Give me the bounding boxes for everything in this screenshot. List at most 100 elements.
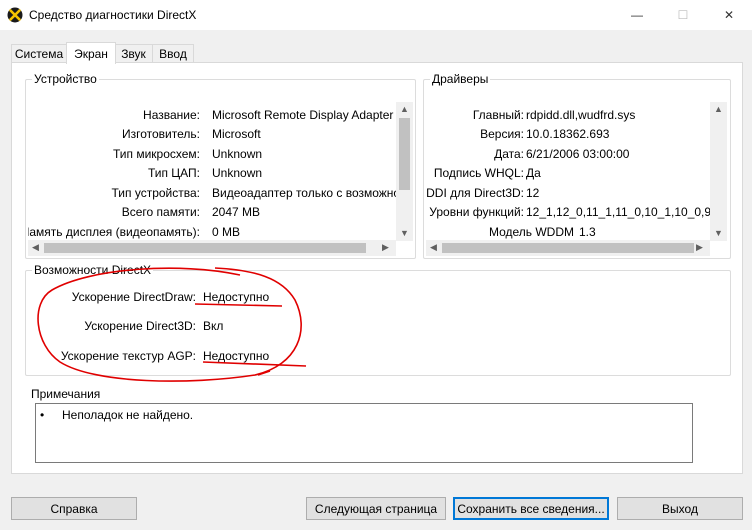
next-page-button[interactable]: Следующая страница bbox=[306, 497, 446, 520]
driver-value: 12_1,12_0,11_1,11_0,10_1,10_0,9_3 bbox=[526, 205, 710, 219]
driver-row: Дата: 6/21/2006 03:00:00 bbox=[426, 147, 710, 164]
directx-row: Ускорение Direct3D: Вкл bbox=[26, 319, 326, 336]
device-row: Тип микросхем: Unknown bbox=[28, 147, 396, 164]
notes-textbox[interactable]: • Неполадок не найдено. bbox=[35, 403, 693, 463]
device-value: Unknown bbox=[212, 147, 263, 161]
display-tab-panel: Устройство Название: Microsoft Remote Dis… bbox=[11, 62, 743, 474]
device-horizontal-scroll-thumb[interactable] bbox=[44, 243, 366, 253]
driver-row: Версия: 10.0.18362.693 bbox=[426, 127, 710, 144]
driver-label: Подпись WHQL: bbox=[433, 166, 524, 180]
save-all-info-button[interactable]: Сохранить все сведения... bbox=[453, 497, 609, 520]
maximize-icon: ☐ bbox=[677, 8, 689, 22]
close-icon: ✕ bbox=[723, 8, 735, 22]
driver-row: Уровни функций: 12_1,12_0,11_1,11_0,10_1,… bbox=[426, 205, 710, 222]
help-button[interactable]: Справка bbox=[11, 497, 137, 520]
scroll-down-arrow-icon[interactable]: ▼ bbox=[400, 229, 409, 238]
device-row: Изготовитель: Microsoft bbox=[28, 127, 396, 144]
directx-features-group: Возможности DirectX Ускорение DirectDraw… bbox=[25, 263, 731, 376]
driver-value: rdpidd.dll,wudfrd.sys bbox=[526, 108, 636, 122]
driver-label: Главный: bbox=[472, 108, 524, 122]
title-bar: Средство диагностики DirectX — ☐ ✕ bbox=[0, 0, 752, 30]
tab-system[interactable]: Система bbox=[11, 44, 67, 63]
driver-label: Модель WDDM bbox=[488, 225, 574, 239]
device-value: Microsoft Remote Display Adapter bbox=[212, 108, 394, 122]
directx-value: Недоступно bbox=[203, 349, 270, 363]
device-vertical-scroll-thumb[interactable] bbox=[399, 118, 410, 190]
exit-button-label: Выход bbox=[662, 501, 698, 516]
driver-value: 12 bbox=[526, 186, 540, 200]
device-value: 0 MB bbox=[212, 225, 241, 239]
device-vertical-scrollbar[interactable]: ▲ ▼ bbox=[396, 102, 413, 241]
driver-value: 1.3 bbox=[579, 225, 596, 239]
bullet-icon: • bbox=[40, 408, 45, 422]
device-row: Тип ЦАП: Unknown bbox=[28, 166, 396, 183]
scroll-up-arrow-icon[interactable]: ▲ bbox=[714, 105, 723, 114]
driver-row: Подпись WHQL: Да bbox=[426, 166, 710, 183]
drivers-info-list: Главный: rdpidd.dll,wudfrd.sys Версия: 10.… bbox=[426, 102, 710, 240]
help-button-label: Справка bbox=[50, 501, 98, 516]
device-row: Название: Microsoft Remote Display Adapte… bbox=[28, 108, 396, 125]
driver-row: Главный: rdpidd.dll,wudfrd.sys bbox=[426, 108, 710, 125]
driver-label: DDI для Direct3D: bbox=[426, 186, 524, 200]
device-label: Тип микросхем: bbox=[112, 147, 200, 161]
drivers-group-title: Драйверы bbox=[430, 72, 491, 86]
device-value: Видеоадаптер только с возможност bbox=[212, 186, 396, 200]
window-title: Средство диагностики DirectX bbox=[29, 8, 197, 22]
directx-value: Вкл bbox=[203, 319, 224, 333]
directx-value: Недоступно bbox=[203, 290, 270, 304]
scroll-left-arrow-icon[interactable]: ◀ bbox=[430, 243, 437, 252]
notes-title: Примечания bbox=[29, 387, 103, 401]
device-label: Тип устройства: bbox=[111, 186, 201, 200]
device-label: Всего памяти: bbox=[121, 205, 200, 219]
device-label: Название: bbox=[143, 108, 200, 122]
device-horizontal-scrollbar[interactable]: ◀ ▶ bbox=[28, 240, 396, 256]
device-value: Microsoft bbox=[212, 127, 261, 141]
exit-button[interactable]: Выход bbox=[617, 497, 743, 520]
minimize-button[interactable]: — bbox=[614, 0, 660, 30]
driver-value: Да bbox=[526, 166, 541, 180]
device-label: Память дисплея (видеопамять): bbox=[28, 225, 200, 239]
drivers-vertical-scrollbar[interactable]: ▲ ▼ bbox=[710, 102, 727, 241]
scroll-left-arrow-icon[interactable]: ◀ bbox=[32, 243, 39, 252]
device-info-list: Название: Microsoft Remote Display Adapte… bbox=[28, 102, 396, 240]
device-row: Всего памяти: 2047 MB bbox=[28, 205, 396, 222]
driver-row: Модель WDDM 1.3 bbox=[426, 225, 710, 240]
minimize-icon: — bbox=[631, 8, 643, 22]
tab-display[interactable]: Экран bbox=[66, 42, 116, 64]
maximize-button[interactable]: ☐ bbox=[660, 0, 706, 30]
device-group-title: Устройство bbox=[32, 72, 99, 86]
directx-label: Ускорение DirectDraw: bbox=[71, 290, 196, 304]
scroll-right-arrow-icon[interactable]: ▶ bbox=[382, 243, 389, 252]
driver-value: 6/21/2006 03:00:00 bbox=[526, 147, 630, 161]
directx-row: Ускорение текстур AGP: Недоступно bbox=[26, 349, 326, 366]
directx-label: Ускорение Direct3D: bbox=[84, 319, 196, 333]
save-all-info-button-label: Сохранить все сведения... bbox=[457, 501, 605, 516]
directx-app-icon bbox=[7, 7, 23, 23]
scroll-right-arrow-icon[interactable]: ▶ bbox=[696, 243, 703, 252]
driver-label: Версия: bbox=[480, 127, 524, 141]
driver-label: Дата: bbox=[494, 147, 524, 161]
driver-value: 10.0.18362.693 bbox=[526, 127, 610, 141]
notes-item: • Неполадок не найдено. bbox=[40, 408, 193, 422]
tab-input[interactable]: Ввод bbox=[152, 44, 194, 63]
tab-sound-label: Звук bbox=[121, 47, 146, 61]
directx-label: Ускорение текстур AGP: bbox=[60, 349, 196, 363]
scroll-up-arrow-icon[interactable]: ▲ bbox=[400, 105, 409, 114]
device-row: Тип устройства: Видеоадаптер только с воз… bbox=[28, 186, 397, 203]
drivers-horizontal-scrollbar[interactable]: ◀ ▶ bbox=[426, 240, 710, 256]
notes-item-text: Неполадок не найдено. bbox=[62, 408, 194, 422]
tab-input-label: Ввод bbox=[159, 47, 187, 61]
device-row: Память дисплея (видеопамять): 0 MB bbox=[28, 225, 396, 240]
device-label: Тип ЦАП: bbox=[147, 166, 200, 180]
tab-sound[interactable]: Звук bbox=[114, 44, 153, 63]
device-value: 2047 MB bbox=[212, 205, 261, 219]
next-page-button-label: Следующая страница bbox=[314, 501, 438, 516]
directx-row: Ускорение DirectDraw: Недоступно bbox=[26, 290, 326, 307]
drivers-horizontal-scroll-thumb[interactable] bbox=[442, 243, 694, 253]
directx-features-title: Возможности DirectX bbox=[32, 263, 154, 277]
driver-row: DDI для Direct3D: 12 bbox=[426, 186, 710, 203]
close-button[interactable]: ✕ bbox=[706, 0, 752, 30]
device-value: Unknown bbox=[212, 166, 263, 180]
scroll-down-arrow-icon[interactable]: ▼ bbox=[714, 229, 723, 238]
driver-label: Уровни функций: bbox=[429, 205, 524, 219]
